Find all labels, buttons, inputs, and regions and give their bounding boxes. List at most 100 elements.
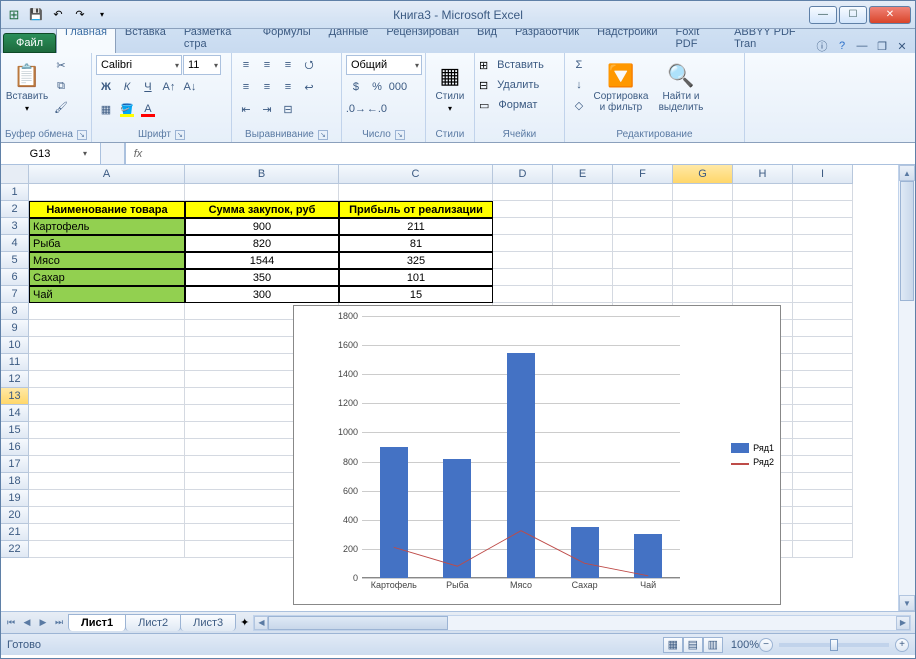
page-layout-view-button[interactable]: ▤	[683, 637, 703, 653]
wb-close-icon[interactable]: ✕	[895, 39, 909, 53]
row-header-22[interactable]: 22	[1, 541, 29, 558]
number-launcher-icon[interactable]: ↘	[395, 130, 405, 140]
align-left-button[interactable]: ≡	[236, 77, 256, 97]
cell-F3[interactable]	[613, 218, 673, 235]
cell-A5[interactable]: Мясо	[29, 252, 185, 269]
cell-A6[interactable]: Сахар	[29, 269, 185, 286]
cell-F2[interactable]	[613, 201, 673, 218]
cell-A2[interactable]: Наименование товара	[29, 201, 185, 218]
horizontal-scroll-thumb[interactable]	[268, 616, 448, 630]
cell-I6[interactable]	[793, 269, 853, 286]
cell-H7[interactable]	[733, 286, 793, 303]
insert-cells-button[interactable]: Вставить	[492, 55, 549, 75]
scroll-down-button[interactable]: ▼	[899, 595, 915, 611]
cell-A13[interactable]	[29, 388, 185, 405]
row-header-11[interactable]: 11	[1, 354, 29, 371]
cell-C4[interactable]: 81	[339, 235, 493, 252]
cell-G2[interactable]	[673, 201, 733, 218]
cell-F1[interactable]	[613, 184, 673, 201]
align-launcher-icon[interactable]: ↘	[318, 130, 328, 140]
row-header-12[interactable]: 12	[1, 371, 29, 388]
sheet-nav-prev[interactable]: ◀	[19, 615, 35, 631]
cell-A11[interactable]	[29, 354, 185, 371]
font-size-combo[interactable]: 11▾	[183, 55, 221, 75]
cell-D5[interactable]	[493, 252, 553, 269]
cell-I21[interactable]	[793, 524, 853, 541]
sheet-nav-next[interactable]: ▶	[35, 615, 51, 631]
save-button[interactable]: 💾	[27, 6, 45, 24]
cell-E4[interactable]	[553, 235, 613, 252]
row-header-8[interactable]: 8	[1, 303, 29, 320]
cell-G3[interactable]	[673, 218, 733, 235]
cell-I5[interactable]	[793, 252, 853, 269]
close-button[interactable]: ✕	[869, 6, 911, 24]
scroll-right-button[interactable]: ▶	[896, 616, 910, 630]
align-top-button[interactable]: ≡	[236, 55, 256, 75]
sort-filter-button[interactable]: 🔽 Сортировка и фильтр	[591, 55, 651, 121]
col-header-F[interactable]: F	[613, 165, 673, 184]
row-header-4[interactable]: 4	[1, 235, 29, 252]
row-header-7[interactable]: 7	[1, 286, 29, 303]
cell-E5[interactable]	[553, 252, 613, 269]
cell-B4[interactable]: 820	[185, 235, 339, 252]
wb-minimize-icon[interactable]: —	[855, 39, 869, 53]
border-button[interactable]: ▦	[96, 99, 116, 119]
align-middle-button[interactable]: ≡	[257, 55, 277, 75]
wrap-text-button[interactable]: ↩	[299, 77, 319, 97]
scroll-up-button[interactable]: ▲	[899, 165, 915, 181]
clipboard-launcher-icon[interactable]: ↘	[77, 130, 87, 140]
cell-A1[interactable]	[29, 184, 185, 201]
cell-I13[interactable]	[793, 388, 853, 405]
cell-D7[interactable]	[493, 286, 553, 303]
row-header-14[interactable]: 14	[1, 405, 29, 422]
cell-A21[interactable]	[29, 524, 185, 541]
cell-E3[interactable]	[553, 218, 613, 235]
row-header-3[interactable]: 3	[1, 218, 29, 235]
percent-button[interactable]: %	[367, 77, 387, 97]
name-box-dropdown-icon[interactable]: ▾	[79, 149, 91, 158]
cell-C5[interactable]: 325	[339, 252, 493, 269]
zoom-out-button[interactable]: −	[759, 638, 773, 652]
col-header-A[interactable]: A	[29, 165, 185, 184]
redo-button[interactable]: ↷	[71, 6, 89, 24]
zoom-slider[interactable]	[779, 643, 889, 647]
cell-G6[interactable]	[673, 269, 733, 286]
autosum-button[interactable]: Σ	[569, 55, 589, 75]
row-header-1[interactable]: 1	[1, 184, 29, 201]
cell-H5[interactable]	[733, 252, 793, 269]
cell-A10[interactable]	[29, 337, 185, 354]
help-icon[interactable]: ?	[835, 39, 849, 53]
col-header-C[interactable]: C	[339, 165, 493, 184]
cell-B1[interactable]	[185, 184, 339, 201]
cell-C3[interactable]: 211	[339, 218, 493, 235]
cell-I17[interactable]	[793, 456, 853, 473]
italic-button[interactable]: К	[117, 77, 137, 97]
sheet-nav-first[interactable]: ⏮	[3, 615, 19, 631]
cell-C2[interactable]: Прибыль от реализации	[339, 201, 493, 218]
align-right-button[interactable]: ≡	[278, 77, 298, 97]
cell-A15[interactable]	[29, 422, 185, 439]
styles-button[interactable]: ▦ Стили ▾	[430, 55, 470, 121]
orientation-button[interactable]: ⭯	[299, 55, 319, 75]
row-header-6[interactable]: 6	[1, 269, 29, 286]
cell-E2[interactable]	[553, 201, 613, 218]
legend-item[interactable]: Ряд2	[731, 457, 774, 467]
paste-button[interactable]: 📋 Вставить ▾	[5, 55, 49, 121]
row-header-10[interactable]: 10	[1, 337, 29, 354]
cell-I4[interactable]	[793, 235, 853, 252]
cell-H3[interactable]	[733, 218, 793, 235]
select-all-corner[interactable]	[1, 165, 29, 184]
row-header-16[interactable]: 16	[1, 439, 29, 456]
cell-I20[interactable]	[793, 507, 853, 524]
cell-I2[interactable]	[793, 201, 853, 218]
undo-button[interactable]: ↶	[49, 6, 67, 24]
name-box[interactable]: ▾	[1, 143, 101, 164]
find-select-button[interactable]: 🔍 Найти и выделить	[653, 55, 709, 121]
cell-I18[interactable]	[793, 473, 853, 490]
cell-I10[interactable]	[793, 337, 853, 354]
sheet-tab-Лист1[interactable]: Лист1	[68, 614, 126, 631]
row-header-20[interactable]: 20	[1, 507, 29, 524]
cell-A7[interactable]: Чай	[29, 286, 185, 303]
cell-I7[interactable]	[793, 286, 853, 303]
align-center-button[interactable]: ≡	[257, 77, 277, 97]
